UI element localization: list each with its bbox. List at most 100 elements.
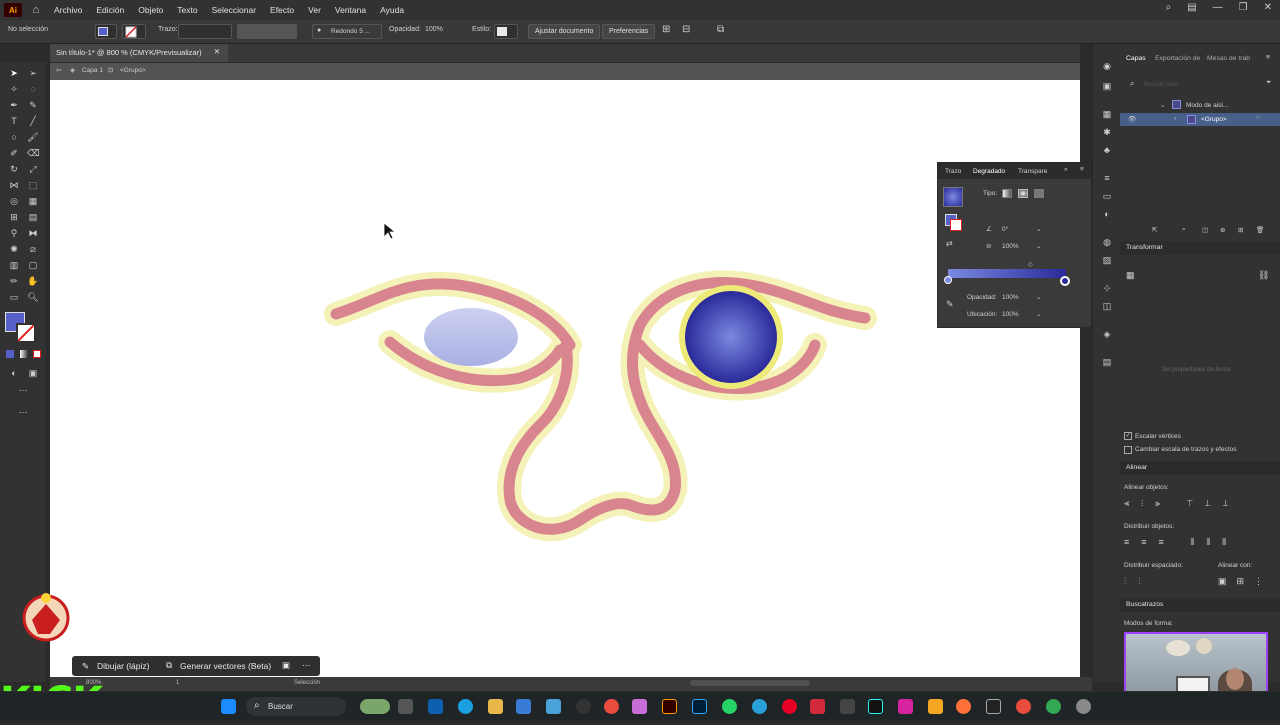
menu-ayuda[interactable]: Ayuda <box>380 5 404 15</box>
collect-export-icon[interactable]: ⇱ <box>1152 226 1157 234</box>
tab-gradient[interactable]: Degradado <box>973 168 1005 175</box>
menu-ver[interactable]: Ver <box>308 5 321 15</box>
locate-object-icon[interactable]: ⌕ <box>1182 226 1186 234</box>
layer-row-group[interactable]: 👁︎ › <Grupo> ○ <box>1120 113 1280 126</box>
tiktok-icon[interactable] <box>868 699 883 714</box>
chrome-icon[interactable] <box>604 699 619 714</box>
layers-search-input[interactable]: Buscar todo <box>1144 81 1179 88</box>
opacity-dropdown-icon[interactable]: ⌄ <box>1036 293 1041 301</box>
appearance-icon[interactable]: ◍ <box>1101 236 1113 248</box>
midpoint-icon[interactable]: ◇ <box>1028 261 1033 268</box>
zoom-tool-icon[interactable]: 🔍︎ <box>27 291 39 303</box>
pen-tool-icon[interactable]: ✒ <box>8 99 20 111</box>
reference-point-icon[interactable]: ▦ <box>1126 270 1135 281</box>
curvature-tool-icon[interactable]: ✎ <box>27 99 39 111</box>
column-graph-tool-icon[interactable]: ▥ <box>8 259 20 271</box>
app-icon-2[interactable] <box>632 699 647 714</box>
app-icon-6[interactable] <box>986 699 1001 714</box>
color-panel-icon[interactable]: ▦ <box>1101 108 1113 120</box>
menu-texto[interactable]: Texto <box>177 5 197 15</box>
windows-start-icon[interactable] <box>221 699 236 714</box>
instagram-icon[interactable] <box>898 699 913 714</box>
align-to-buttons[interactable]: ▣⊞⋮ <box>1218 576 1273 587</box>
stroke-swatch[interactable] <box>122 24 146 39</box>
eyes-nose-artwork[interactable] <box>50 80 1080 677</box>
mail-icon[interactable] <box>516 699 531 714</box>
properties-icon[interactable]: ◉ <box>1101 60 1113 72</box>
reverse-gradient-icon[interactable]: ⇄ <box>946 239 953 248</box>
gradient-tool-icon[interactable]: ▤ <box>27 211 39 223</box>
document-tab[interactable]: Sin título-1* @ 800 % (CMYK/Previsualiza… <box>50 44 228 62</box>
edit-toolbar-icon[interactable]: ⋯ <box>17 384 29 396</box>
align-buttons[interactable]: ⫷⫶⫸ ⊤⊥⊥ <box>1124 498 1240 509</box>
layers-menu-icon[interactable]: ≡ <box>1266 54 1270 61</box>
store-icon[interactable] <box>428 699 443 714</box>
constrain-icon[interactable]: ⛓︎ <box>1258 270 1269 281</box>
layers-panel-icon[interactable]: ◈ <box>1101 328 1113 340</box>
edge-icon[interactable] <box>458 699 473 714</box>
gradient-mode-icon[interactable] <box>20 350 28 358</box>
none-mode-icon[interactable] <box>33 350 41 358</box>
target-circle-icon[interactable]: ○ <box>1256 114 1260 121</box>
scale-tool-icon[interactable]: ⤢ <box>27 163 39 175</box>
generate-vectors-button[interactable]: Generar vectores (Beta) <box>180 661 271 671</box>
menu-efecto[interactable]: Efecto <box>270 5 294 15</box>
search-icon[interactable]: ⌕ <box>1166 2 1172 13</box>
layer-row-isolation[interactable]: Modo de aisl... <box>1186 102 1228 109</box>
widgets-icon[interactable] <box>360 699 390 714</box>
spacing-buttons[interactable]: ⫶⫶ <box>1124 576 1153 587</box>
menu-ventana[interactable]: Ventana <box>335 5 366 15</box>
app-icon-4[interactable] <box>840 699 855 714</box>
paintbrush-tool-icon[interactable]: 🖌 <box>27 131 39 143</box>
image-icon[interactable]: ▣ <box>282 660 290 671</box>
artboards-icon[interactable]: ▤ <box>1101 356 1113 368</box>
scale-strokes-checkbox[interactable] <box>1124 446 1132 454</box>
filter-icon[interactable]: ⏷ <box>1266 79 1271 87</box>
brush-select[interactable]: ● Redondo 5 ... <box>312 24 382 39</box>
draw-pencil-button[interactable]: Dibujar (lápiz) <box>97 661 149 671</box>
hand-tool-icon[interactable]: ✋ <box>27 275 39 287</box>
eyedropper-icon[interactable]: ✎ <box>946 299 954 310</box>
aspect-dropdown-icon[interactable]: ⌄ <box>1036 242 1041 250</box>
close-tab-icon[interactable]: ✕ <box>214 47 220 56</box>
left-iris[interactable] <box>424 308 518 366</box>
firefox-icon[interactable] <box>956 699 971 714</box>
menu-archivo[interactable]: Archivo <box>54 5 82 15</box>
shaper-tool-icon[interactable]: ✐ <box>8 147 20 159</box>
opacity-value[interactable]: 100% <box>425 26 443 33</box>
rotate-tool-icon[interactable]: ↻ <box>8 163 20 175</box>
variable-width-field[interactable] <box>237 24 297 39</box>
linear-gradient-icon[interactable] <box>1002 189 1012 198</box>
tab-export[interactable]: Exportación de <box>1155 55 1200 62</box>
visibility-eye-icon[interactable]: 👁︎ <box>1128 115 1136 123</box>
taskbar-search[interactable]: ⌕ Buscar <box>246 697 346 716</box>
perspective-tool-icon[interactable]: ▦ <box>27 195 39 207</box>
screen-mode-icon[interactable]: ▣ <box>27 367 39 379</box>
aspect-ratio-value[interactable]: 100% <box>1002 243 1019 250</box>
stroke-weight-field[interactable] <box>178 24 232 39</box>
draw-mode-icon[interactable]: ◐ <box>8 367 20 379</box>
shape-builder-tool-icon[interactable]: ◎ <box>8 195 20 207</box>
slice-tool-icon[interactable]: ⧄ <box>27 243 39 255</box>
menu-seleccionar[interactable]: Seleccionar <box>212 5 256 15</box>
panel-menu-icon[interactable]: ≡ <box>1080 166 1084 173</box>
chevron-down-icon[interactable]: ⌄ <box>1160 101 1165 109</box>
print-tiling-tool-icon[interactable]: ▭ <box>8 291 20 303</box>
chrome-alt-icon[interactable] <box>1016 699 1031 714</box>
angle-value[interactable]: 0° <box>1002 226 1008 233</box>
document-setup-button[interactable]: Ajustar documento <box>528 24 601 39</box>
style-swatch[interactable] <box>494 24 518 39</box>
menu-objeto[interactable]: Objeto <box>138 5 163 15</box>
app-icon-1[interactable] <box>546 699 561 714</box>
distribute-buttons[interactable]: ≡≡≡ ⦀⦀⦀ <box>1124 537 1238 548</box>
new-sublayer-icon[interactable]: ⊕ <box>1220 226 1225 234</box>
mesh-tool-icon[interactable]: ⊞ <box>8 211 20 223</box>
stop-opacity-value[interactable]: 100% <box>1002 294 1019 301</box>
fill-swatch[interactable] <box>95 24 117 39</box>
telegram-icon[interactable] <box>752 699 767 714</box>
scale-corners-checkbox[interactable]: ✓ <box>1124 432 1132 440</box>
task-view-icon[interactable] <box>398 699 413 714</box>
pathfinder-icon[interactable]: ◫ <box>1101 300 1113 312</box>
right-iris[interactable] <box>685 291 777 383</box>
app-icon-5[interactable] <box>928 699 943 714</box>
